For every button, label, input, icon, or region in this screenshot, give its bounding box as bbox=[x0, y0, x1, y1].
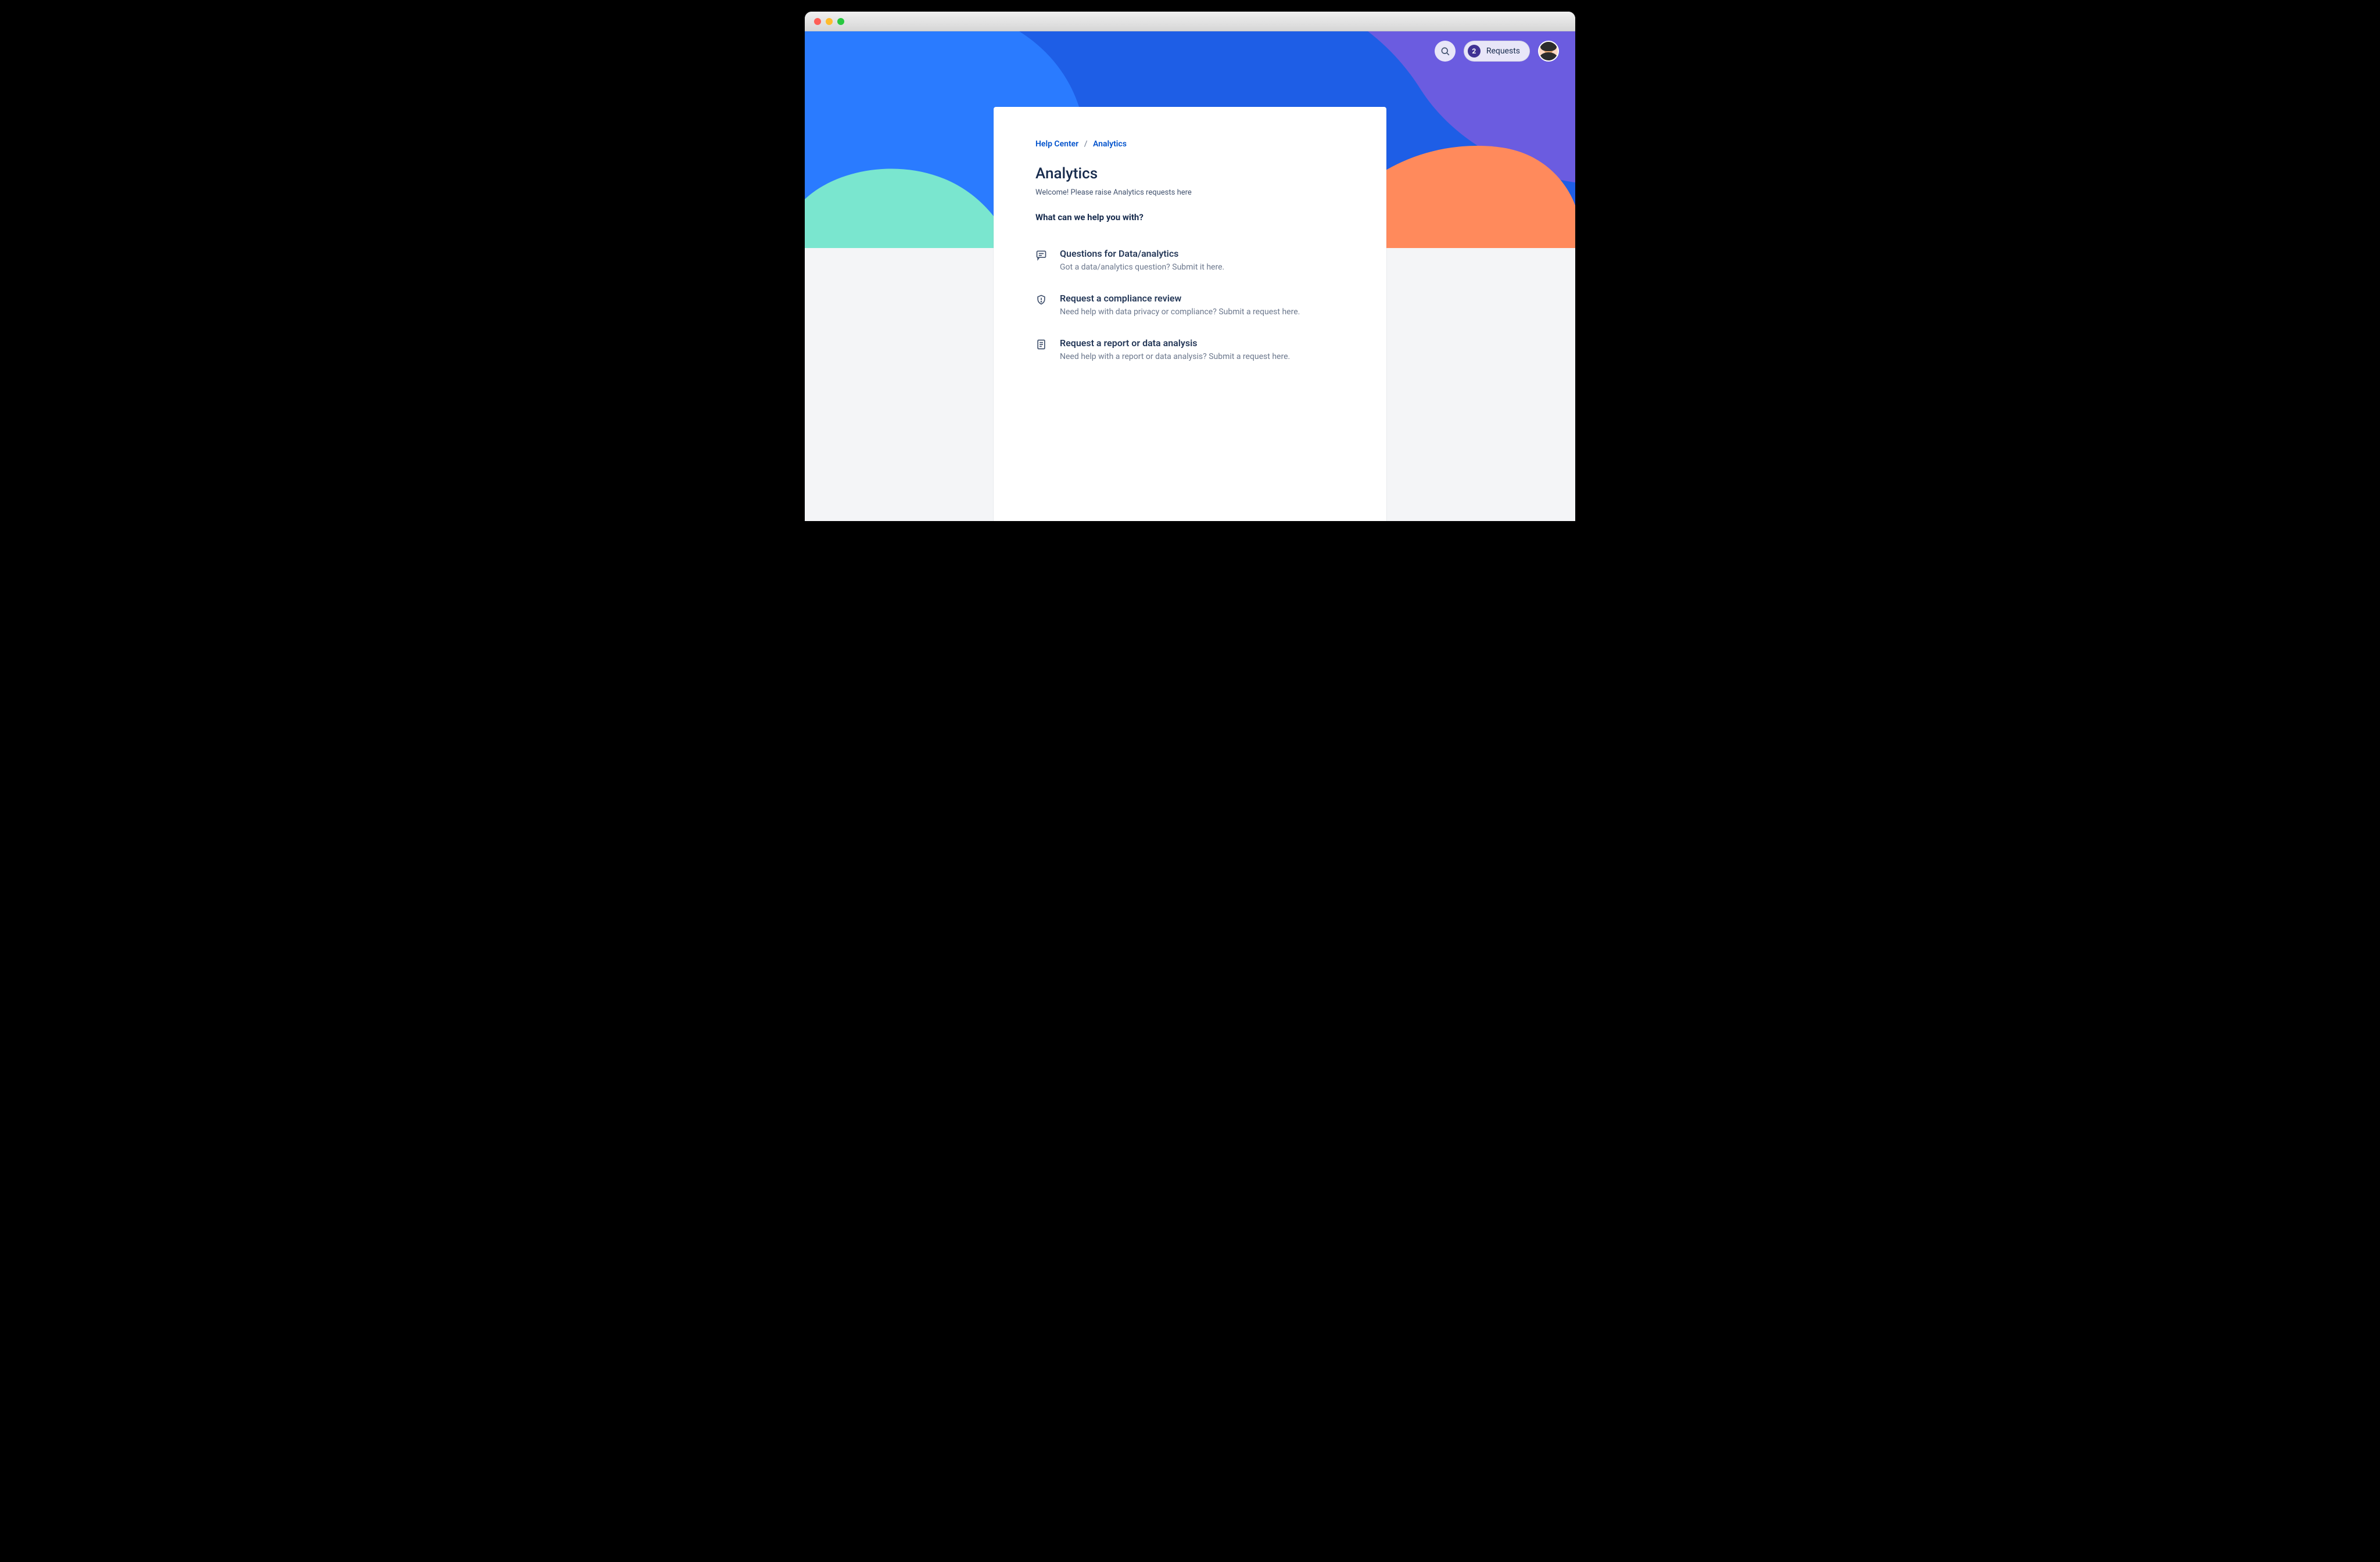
requests-count-badge: 2 bbox=[1468, 45, 1481, 58]
close-window-button[interactable] bbox=[814, 18, 821, 25]
requests-label: Requests bbox=[1486, 46, 1520, 56]
shield-icon bbox=[1035, 293, 1048, 317]
request-type-desc: Got a data/analytics question? Submit it… bbox=[1060, 263, 1224, 272]
chat-icon bbox=[1035, 248, 1048, 272]
search-button[interactable] bbox=[1435, 41, 1456, 62]
titlebar bbox=[805, 12, 1575, 31]
breadcrumb-separator: / bbox=[1084, 139, 1088, 149]
topbar: 2 Requests bbox=[1435, 41, 1559, 62]
browser-window: 2 Requests Help Center / Analytics Analy… bbox=[805, 12, 1575, 521]
request-type-title: Request a report or data analysis bbox=[1060, 337, 1290, 349]
request-type-compliance[interactable]: Request a compliance review Need help wi… bbox=[1035, 293, 1345, 317]
page-welcome-text: Welcome! Please raise Analytics requests… bbox=[1035, 188, 1345, 197]
content-card: Help Center / Analytics Analytics Welcom… bbox=[994, 107, 1386, 521]
requests-button[interactable]: 2 Requests bbox=[1464, 41, 1530, 62]
search-icon bbox=[1440, 46, 1450, 56]
breadcrumb-root-link[interactable]: Help Center bbox=[1035, 139, 1078, 149]
request-type-questions[interactable]: Questions for Data/analytics Got a data/… bbox=[1035, 248, 1345, 272]
request-type-title: Request a compliance review bbox=[1060, 293, 1300, 304]
request-type-list: Questions for Data/analytics Got a data/… bbox=[1035, 248, 1345, 361]
report-icon bbox=[1035, 337, 1048, 361]
page-title: Analytics bbox=[1035, 165, 1345, 182]
breadcrumb: Help Center / Analytics bbox=[1035, 139, 1345, 149]
maximize-window-button[interactable] bbox=[837, 18, 844, 25]
breadcrumb-current-link[interactable]: Analytics bbox=[1093, 139, 1127, 149]
request-type-report[interactable]: Request a report or data analysis Need h… bbox=[1035, 337, 1345, 361]
help-heading: What can we help you with? bbox=[1035, 212, 1345, 222]
user-avatar[interactable] bbox=[1538, 41, 1559, 62]
request-type-desc: Need help with a report or data analysis… bbox=[1060, 352, 1290, 361]
minimize-window-button[interactable] bbox=[826, 18, 833, 25]
request-type-title: Questions for Data/analytics bbox=[1060, 248, 1224, 259]
request-type-desc: Need help with data privacy or complianc… bbox=[1060, 307, 1300, 317]
